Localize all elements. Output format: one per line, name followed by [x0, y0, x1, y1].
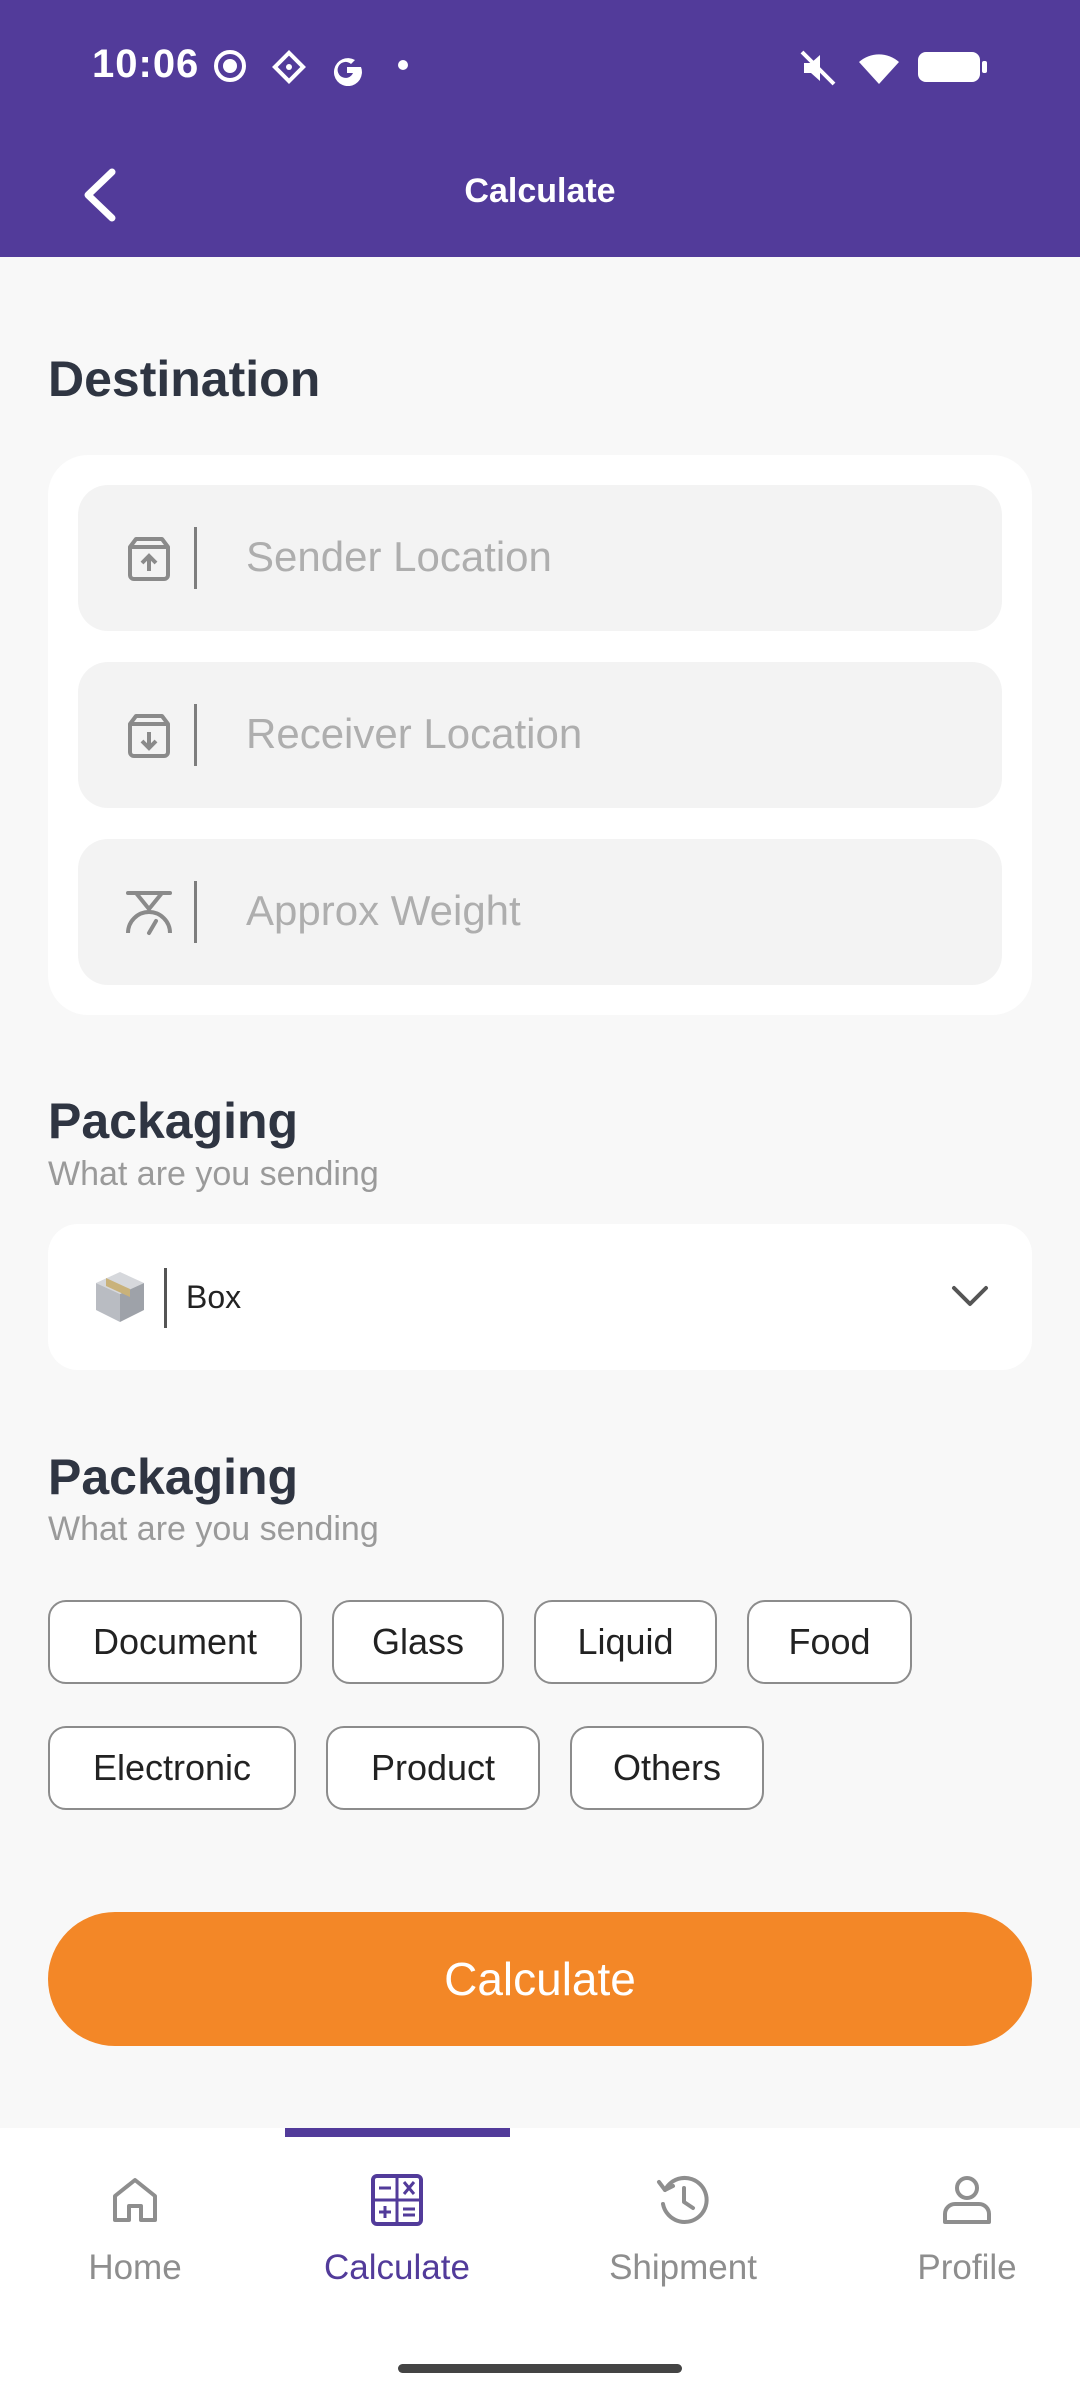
record-icon: [214, 50, 246, 82]
destination-card: Sender Location Receiver Location Approx…: [48, 455, 1032, 1015]
nav-home[interactable]: Home: [0, 2128, 270, 2328]
history-icon: [657, 2175, 709, 2224]
battery-icon: [918, 52, 987, 82]
nav-shipment-label: Shipment: [609, 2248, 757, 2287]
dot-icon: [398, 60, 408, 70]
receiver-location-placeholder: Receiver Location: [246, 710, 583, 757]
chip-product[interactable]: Product: [326, 1726, 540, 1810]
packaging-subtitle: What are you sending: [48, 1155, 379, 1193]
nav-calculate-label: Calculate: [324, 2248, 470, 2287]
packaging-select[interactable]: Box: [48, 1224, 1032, 1370]
approx-weight-placeholder: Approx Weight: [246, 887, 521, 934]
scale-icon: [126, 891, 172, 935]
nav-profile[interactable]: Profile: [832, 2128, 1080, 2328]
nav-shipment[interactable]: Shipment: [548, 2128, 818, 2328]
google-icon: [333, 58, 362, 86]
profile-icon: [943, 2176, 991, 2224]
mute-icon: [800, 50, 836, 86]
diamond-icon: [272, 50, 306, 84]
chip-liquid[interactable]: Liquid: [534, 1600, 717, 1684]
bottom-nav: Home Calculate Shipment Profile: [0, 2128, 1080, 2400]
app-bar: 10:06 Calculate: [0, 0, 1080, 257]
chip-others[interactable]: Others: [570, 1726, 764, 1810]
packaging-selected-value: Box: [186, 1279, 242, 1315]
sender-location-placeholder: Sender Location: [246, 533, 552, 580]
calculate-button[interactable]: Calculate: [48, 1912, 1032, 2046]
category-subtitle: What are you sending: [48, 1510, 379, 1548]
wifi-icon: [859, 54, 899, 84]
nav-calculate[interactable]: Calculate: [262, 2128, 532, 2328]
chip-electronic[interactable]: Electronic: [48, 1726, 296, 1810]
gesture-home-bar[interactable]: [398, 2364, 682, 2373]
chip-glass[interactable]: Glass: [332, 1600, 504, 1684]
box-download-icon: [128, 714, 170, 758]
box-upload-icon: [128, 537, 170, 581]
status-bar: 10:06: [0, 0, 1080, 130]
chip-document[interactable]: Document: [48, 1600, 302, 1684]
destination-heading: Destination: [48, 351, 321, 407]
page-title: Calculate: [464, 172, 616, 210]
nav-home-label: Home: [88, 2248, 182, 2287]
package-box-icon: [96, 1272, 144, 1322]
calculator-icon: [371, 2174, 423, 2226]
packaging-heading: Packaging: [48, 1093, 299, 1149]
active-tab-indicator: [285, 2128, 510, 2137]
sender-location-field[interactable]: Sender Location: [78, 485, 1002, 631]
receiver-location-field[interactable]: Receiver Location: [78, 662, 1002, 808]
status-time: 10:06: [92, 42, 200, 86]
home-icon: [113, 2178, 157, 2222]
category-heading: Packaging: [48, 1449, 299, 1505]
nav-profile-label: Profile: [917, 2248, 1017, 2287]
approx-weight-field[interactable]: Approx Weight: [78, 839, 1002, 985]
chevron-down-icon: [952, 1286, 988, 1306]
chip-food[interactable]: Food: [747, 1600, 912, 1684]
